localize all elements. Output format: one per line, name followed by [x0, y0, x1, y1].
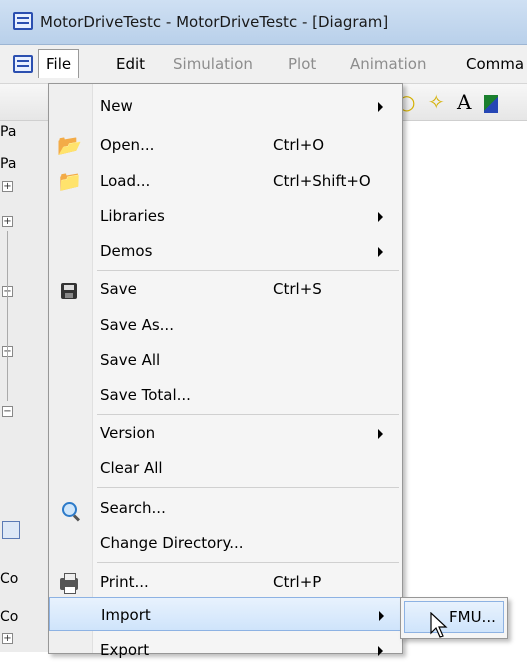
menu-item-open[interactable]: 📂 Open... Ctrl+O: [49, 128, 402, 162]
menu-item-version[interactable]: Version: [49, 416, 402, 450]
menu-item-search[interactable]: Search...: [49, 491, 402, 525]
menu-item-print[interactable]: Print... Ctrl+P: [49, 565, 402, 599]
menu-item-save[interactable]: Save Ctrl+S: [49, 272, 402, 306]
submenu-item-fmu[interactable]: FMU...: [404, 601, 504, 633]
menu-item-label: Load...: [100, 172, 151, 190]
menu-item-label: Save As...: [100, 316, 174, 334]
panel-label: Co: [0, 609, 19, 625]
app-menu-icon[interactable]: [13, 55, 33, 73]
text-tool-icon[interactable]: A: [457, 90, 471, 114]
menu-commands[interactable]: Comma: [466, 55, 524, 73]
menu-file[interactable]: File: [38, 49, 80, 78]
menu-item-shortcut: Ctrl+O: [273, 136, 325, 154]
panel-label: Pa: [0, 124, 17, 140]
tree-expand-icon[interactable]: +: [2, 633, 13, 644]
submenu-arrow-icon: [378, 102, 383, 112]
submenu-arrow-icon: [378, 646, 383, 656]
menu-item-label: Search...: [100, 499, 166, 517]
submenu-item-label: FMU...: [449, 608, 496, 626]
left-panel: Pa Pa + + + + − Co Co +: [0, 121, 51, 652]
floppy-disk-icon: [57, 277, 81, 301]
menu-item-change-directory[interactable]: Change Directory...: [49, 526, 402, 560]
submenu-arrow-icon: [378, 429, 383, 439]
menu-item-save-total[interactable]: Save Total...: [49, 378, 402, 412]
menu-item-shortcut: Ctrl+Shift+O: [273, 172, 371, 190]
menu-item-label: Import: [101, 606, 151, 624]
menu-item-clear-all[interactable]: Clear All: [49, 451, 402, 485]
submenu-arrow-icon: [378, 247, 383, 257]
window-title: MotorDriveTestc - MotorDriveTestc - [Dia…: [40, 13, 389, 31]
tree-expand-icon[interactable]: +: [2, 181, 13, 192]
menu-item-label: Print...: [100, 573, 149, 591]
menu-item-demos[interactable]: Demos: [49, 234, 402, 268]
toolbar-icons: ○ ✧ A: [398, 90, 504, 114]
menu-item-label: Save: [100, 280, 137, 298]
menu-item-label: Libraries: [100, 207, 165, 225]
menu-item-label: New: [100, 97, 133, 115]
menu-animation[interactable]: Animation: [350, 55, 426, 73]
menu-item-libraries[interactable]: Libraries: [49, 199, 402, 233]
load-folder-icon: 📁: [57, 169, 82, 193]
tree-collapse-icon[interactable]: −: [2, 406, 13, 417]
menu-plot[interactable]: Plot: [288, 55, 316, 73]
menu-item-save-as[interactable]: Save As...: [49, 308, 402, 342]
panel-tab-icon[interactable]: [2, 521, 20, 539]
file-menu-dropdown: New 📂 Open... Ctrl+O 📁 Load... Ctrl+Shif…: [48, 83, 403, 659]
menu-item-load[interactable]: 📁 Load... Ctrl+Shift+O: [49, 164, 402, 198]
menu-item-label: Save Total...: [100, 386, 191, 404]
menu-item-shortcut: Ctrl+S: [273, 280, 322, 298]
menu-separator: [97, 414, 399, 415]
bitmap-tool-icon[interactable]: [483, 94, 498, 113]
menu-bar: File Edit Simulation Plot Animation Comm…: [0, 45, 527, 84]
menu-item-shortcut: Ctrl+P: [273, 573, 322, 591]
panel-label: Co: [0, 571, 19, 587]
menu-item-label: Demos: [100, 242, 153, 260]
submenu-arrow-icon: [379, 611, 384, 621]
menu-item-label: Clear All: [100, 459, 163, 477]
menu-separator: [97, 270, 399, 271]
tree-line: [7, 231, 8, 401]
panel-label: Pa: [0, 156, 17, 172]
menu-item-import[interactable]: Import: [49, 597, 402, 631]
menu-edit[interactable]: Edit: [116, 55, 145, 73]
menu-simulation[interactable]: Simulation: [173, 55, 253, 73]
printer-icon: [57, 570, 81, 594]
polygon-tool-icon[interactable]: ✧: [428, 90, 445, 114]
submenu-arrow-icon: [378, 212, 383, 222]
import-submenu: FMU...: [400, 597, 508, 639]
window-titlebar: MotorDriveTestc - MotorDriveTestc - [Dia…: [0, 0, 527, 45]
mouse-cursor-icon: [430, 612, 448, 638]
menu-item-label: Save All: [100, 351, 161, 369]
menu-item-label: Version: [100, 424, 156, 442]
menu-separator: [97, 562, 399, 563]
menu-item-label: Open...: [100, 136, 155, 154]
open-folder-icon: 📂: [57, 133, 82, 157]
app-icon: [13, 12, 33, 30]
menu-item-label: Export: [100, 641, 150, 659]
tree-expand-icon[interactable]: +: [2, 216, 13, 227]
menu-item-new[interactable]: New: [49, 89, 402, 123]
menu-item-export[interactable]: Export: [49, 633, 402, 667]
menu-item-label: Change Directory...: [100, 534, 244, 552]
menu-item-save-all[interactable]: Save All: [49, 343, 402, 377]
menu-separator: [97, 487, 399, 488]
magnifier-icon: [57, 496, 81, 522]
